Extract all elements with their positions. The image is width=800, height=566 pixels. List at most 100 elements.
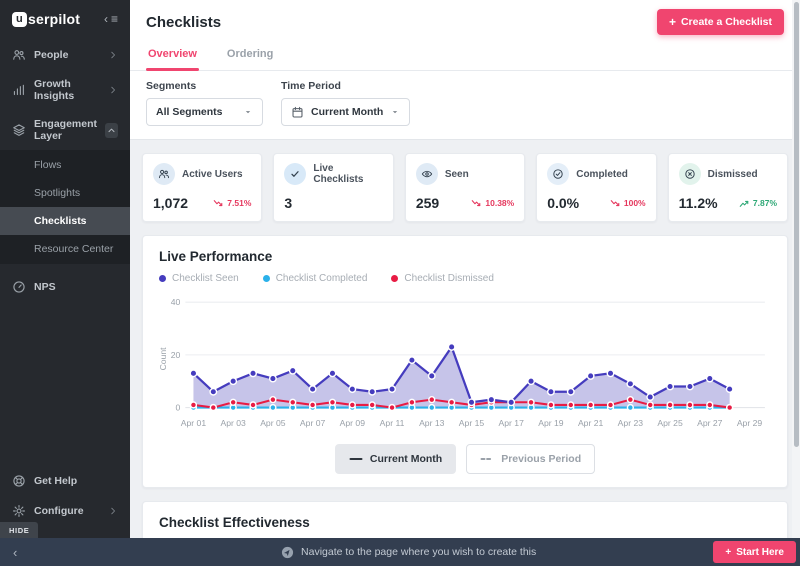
stat-label: Active Users [182,168,243,180]
stat-value: 3 [284,195,293,211]
sidebar-item-spotlights[interactable]: Spotlights [0,179,130,207]
sidebar-item-label: People [34,49,69,61]
scrollbar-thumb[interactable] [793,2,799,447]
sidebar: u serpilot ‹ ≡ People Growth Insights Engage… [0,0,130,538]
main-content: Checklists + Create a Checklist Overview… [130,0,800,538]
sidebar-item-checklists[interactable]: Checklists [0,207,130,235]
segments-filter-group: Segments All Segments [146,80,263,126]
checklist-effectiveness-card: Checklist Effectiveness Filters [142,500,788,538]
sidebar-item-growth-insights[interactable]: Growth Insights [0,70,130,110]
svg-text:Apr 09: Apr 09 [340,418,366,428]
svg-text:40: 40 [171,297,181,307]
chart-toggles: Current Month Previous Period [159,443,771,474]
chevron-right-icon [108,50,118,60]
svg-text:Count: Count [159,347,168,371]
sidebar-item-label: Configure [34,505,84,517]
sidebar-item-flows[interactable]: Flows [0,151,130,179]
create-checklist-label: Create a Checklist [680,16,772,28]
start-here-button[interactable]: + Start Here [713,541,796,563]
tab-bar: Overview Ordering [130,39,800,71]
bottom-bar: ‹ Navigate to the page where you wish to… [0,538,800,566]
eye-icon [415,163,438,185]
chevron-right-icon [108,506,118,516]
stat-value: 259 [415,195,440,211]
svg-text:Apr 23: Apr 23 [618,418,644,428]
caret-down-icon [390,107,400,117]
check-icon [284,163,307,185]
stat-card-dismissed: Dismissed 11.2% 7.87% [667,153,789,222]
legend-checklist-completed[interactable]: Checklist Completed [262,273,367,284]
bottom-bar-message-text: Navigate to the page where you wish to c… [301,546,537,558]
check-circle-icon [547,163,570,185]
create-checklist-button[interactable]: + Create a Checklist [656,9,784,35]
sidebar-collapse-button[interactable]: ‹ ≡ [104,12,118,26]
sidebar-item-label: Engagement Layer [34,118,98,142]
page-title: Checklists [146,13,222,31]
trend-down-icon: 7.51% [213,198,251,208]
svg-text:Apr 03: Apr 03 [220,418,246,428]
gauge-icon [12,280,26,294]
segments-select[interactable]: All Segments [146,98,263,126]
bottom-bar-message: Navigate to the page where you wish to c… [17,546,800,559]
sidebar-item-label: Growth Insights [34,78,75,102]
trend-down-icon: 100% [610,198,646,208]
svg-text:0: 0 [175,403,180,413]
trend-value: 7.51% [227,198,252,208]
legend-checklist-dismissed[interactable]: Checklist Dismissed [391,273,494,284]
stat-value: 11.2% [678,195,718,211]
hide-sidebar-tab[interactable]: HIDE [0,522,39,538]
sidebar-item-nps[interactable]: NPS [0,272,130,302]
sidebar-item-people[interactable]: People [0,40,130,70]
legend-dot [159,275,166,282]
legend-checklist-seen[interactable]: Checklist Seen [159,273,239,284]
userpilot-logo[interactable]: u serpilot [12,11,80,27]
trend-down-icon: 10.38% [471,198,514,208]
solid-line-icon [349,456,363,462]
stat-value: 0.0% [547,195,580,211]
svg-text:Apr 15: Apr 15 [459,418,485,428]
svg-text:Apr 13: Apr 13 [419,418,445,428]
svg-text:Apr 27: Apr 27 [697,418,723,428]
scrollbar[interactable] [792,0,800,538]
trend-value: 10.38% [485,198,515,208]
sidebar-item-engagement-layer[interactable]: Engagement Layer [0,110,130,150]
stat-card-completed: Completed 0.0% 100% [536,153,657,222]
checklist-effectiveness-title: Checklist Effectiveness [159,514,310,530]
users-icon [153,163,175,185]
legend-dot [391,275,399,282]
tab-overview[interactable]: Overview [146,39,199,71]
sidebar-header: u serpilot ‹ ≡ [0,0,130,40]
tab-ordering[interactable]: Ordering [225,39,275,70]
live-performance-card: Live Performance Checklist Seen Checklist… [142,235,788,488]
trend-up-icon: 7.87% [739,198,777,208]
svg-text:Apr 19: Apr 19 [538,418,564,428]
svg-text:Apr 11: Apr 11 [380,418,405,428]
time-period-select-value: Current Month [311,106,384,118]
stat-card-live-checklists: Live Checklists 3 [273,153,394,222]
sidebar-item-get-help[interactable]: Get Help [0,466,130,496]
calendar-icon [291,106,304,119]
stat-label: Seen [444,168,469,180]
time-period-select[interactable]: Current Month [281,98,411,126]
svg-text:Apr 29: Apr 29 [737,418,763,428]
chevron-up-icon[interactable] [105,122,118,138]
app-root: u serpilot ‹ ≡ People Growth Insights Engage… [0,0,800,566]
svg-text:Apr 01: Apr 01 [181,418,207,428]
stat-card-seen: Seen 259 10.38% [404,153,526,222]
segments-select-value: All Segments [156,106,223,118]
previous-period-toggle[interactable]: Previous Period [466,443,596,474]
svg-text:Apr 17: Apr 17 [499,418,525,428]
sidebar-item-label: NPS [34,281,56,293]
sidebar-item-resource-center[interactable]: Resource Center [0,235,130,263]
x-circle-icon [678,163,701,185]
menu-icon: ≡ [110,12,118,26]
logo-mark-icon: u [12,11,27,27]
dashed-line-icon [480,456,494,462]
lifebuoy-icon [12,474,26,488]
page-header: Checklists + Create a Checklist [130,0,800,39]
sidebar-nav: People Growth Insights Engagement Layer Flo… [0,40,130,302]
svg-text:20: 20 [171,350,181,360]
current-month-toggle[interactable]: Current Month [334,443,457,474]
time-period-filter-group: Time Period Current Month [281,80,411,126]
content-area: Active Users 1,072 7.51% Live Checklists 3 Se… [130,140,800,538]
